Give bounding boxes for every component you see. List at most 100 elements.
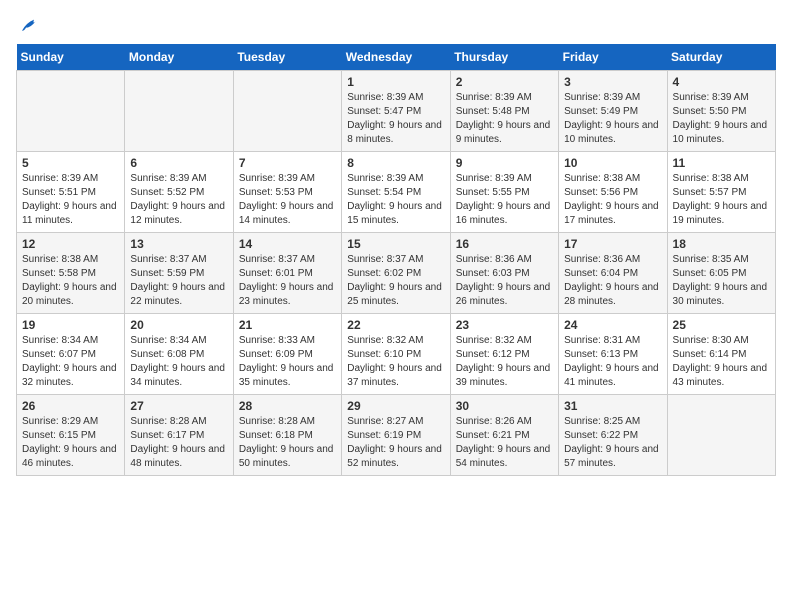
calendar-cell: 20 Sunrise: 8:34 AM Sunset: 6:08 PM Dayli… (125, 314, 233, 395)
day-detail: Sunrise: 8:39 AM Sunset: 5:54 PM Dayligh… (347, 172, 444, 228)
day-detail: Sunrise: 8:29 AM Sunset: 6:15 PM Dayligh… (22, 415, 119, 471)
week-row-3: 19 Sunrise: 8:34 AM Sunset: 6:07 PM Dayli… (17, 314, 776, 395)
day-number: 24 (564, 318, 661, 332)
header-wednesday: Wednesday (342, 44, 450, 71)
header-thursday: Thursday (450, 44, 558, 71)
calendar-cell: 7 Sunrise: 8:39 AM Sunset: 5:53 PM Daylig… (233, 152, 341, 233)
day-number: 6 (130, 156, 227, 170)
calendar-cell: 3 Sunrise: 8:39 AM Sunset: 5:49 PM Daylig… (559, 71, 667, 152)
week-row-1: 5Sunrise: 8:39 AM Sunset: 5:51 PM Daylig… (17, 152, 776, 233)
day-detail: Sunrise: 8:37 AM Sunset: 6:01 PM Dayligh… (239, 253, 336, 309)
day-detail: Sunrise: 8:25 AM Sunset: 6:22 PM Dayligh… (564, 415, 661, 471)
calendar-cell: 14 Sunrise: 8:37 AM Sunset: 6:01 PM Dayli… (233, 233, 341, 314)
calendar-cell: 11 Sunrise: 8:38 AM Sunset: 5:57 PM Dayli… (667, 152, 775, 233)
calendar-cell: 1Sunrise: 8:39 AM Sunset: 5:47 PM Daylig… (342, 71, 450, 152)
day-number: 5 (22, 156, 119, 170)
day-detail: Sunrise: 8:32 AM Sunset: 6:10 PM Dayligh… (347, 334, 444, 390)
calendar-cell: 15Sunrise: 8:37 AM Sunset: 6:02 PM Dayli… (342, 233, 450, 314)
day-detail: Sunrise: 8:39 AM Sunset: 5:50 PM Dayligh… (673, 91, 770, 147)
day-number: 7 (239, 156, 336, 170)
calendar-cell: 29 Sunrise: 8:27 AM Sunset: 6:19 PM Dayli… (342, 395, 450, 476)
calendar-cell: 24 Sunrise: 8:31 AM Sunset: 6:13 PM Dayli… (559, 314, 667, 395)
day-detail: Sunrise: 8:35 AM Sunset: 6:05 PM Dayligh… (673, 253, 770, 309)
day-number: 12 (22, 237, 119, 251)
day-detail: Sunrise: 8:33 AM Sunset: 6:09 PM Dayligh… (239, 334, 336, 390)
calendar-cell: 6 Sunrise: 8:39 AM Sunset: 5:52 PM Daylig… (125, 152, 233, 233)
day-number: 22 (347, 318, 444, 332)
day-detail: Sunrise: 8:37 AM Sunset: 5:59 PM Dayligh… (130, 253, 227, 309)
day-detail: Sunrise: 8:31 AM Sunset: 6:13 PM Dayligh… (564, 334, 661, 390)
calendar-cell (17, 71, 125, 152)
day-number: 28 (239, 399, 336, 413)
day-detail: Sunrise: 8:32 AM Sunset: 6:12 PM Dayligh… (456, 334, 553, 390)
day-detail: Sunrise: 8:38 AM Sunset: 5:57 PM Dayligh… (673, 172, 770, 228)
day-number: 21 (239, 318, 336, 332)
day-detail: Sunrise: 8:39 AM Sunset: 5:48 PM Dayligh… (456, 91, 553, 147)
calendar-cell: 22 Sunrise: 8:32 AM Sunset: 6:10 PM Dayli… (342, 314, 450, 395)
day-detail: Sunrise: 8:36 AM Sunset: 6:04 PM Dayligh… (564, 253, 661, 309)
day-number: 9 (456, 156, 553, 170)
day-number: 14 (239, 237, 336, 251)
calendar-cell: 28 Sunrise: 8:28 AM Sunset: 6:18 PM Dayli… (233, 395, 341, 476)
calendar-cell: 13Sunrise: 8:37 AM Sunset: 5:59 PM Dayli… (125, 233, 233, 314)
day-number: 26 (22, 399, 119, 413)
day-detail: Sunrise: 8:39 AM Sunset: 5:53 PM Dayligh… (239, 172, 336, 228)
calendar-cell: 5Sunrise: 8:39 AM Sunset: 5:51 PM Daylig… (17, 152, 125, 233)
calendar-cell (125, 71, 233, 152)
header-monday: Monday (125, 44, 233, 71)
day-number: 3 (564, 75, 661, 89)
day-detail: Sunrise: 8:34 AM Sunset: 6:08 PM Dayligh… (130, 334, 227, 390)
calendar-cell: 9Sunrise: 8:39 AM Sunset: 5:55 PM Daylig… (450, 152, 558, 233)
day-detail: Sunrise: 8:28 AM Sunset: 6:17 PM Dayligh… (130, 415, 227, 471)
day-detail: Sunrise: 8:28 AM Sunset: 6:18 PM Dayligh… (239, 415, 336, 471)
calendar-cell: 16Sunrise: 8:36 AM Sunset: 6:03 PM Dayli… (450, 233, 558, 314)
day-detail: Sunrise: 8:38 AM Sunset: 5:58 PM Dayligh… (22, 253, 119, 309)
calendar-cell: 21 Sunrise: 8:33 AM Sunset: 6:09 PM Dayli… (233, 314, 341, 395)
calendar-cell: 2 Sunrise: 8:39 AM Sunset: 5:48 PM Daylig… (450, 71, 558, 152)
day-detail: Sunrise: 8:34 AM Sunset: 6:07 PM Dayligh… (22, 334, 119, 390)
day-number: 25 (673, 318, 770, 332)
day-number: 17 (564, 237, 661, 251)
day-number: 4 (673, 75, 770, 89)
calendar-cell: 17 Sunrise: 8:36 AM Sunset: 6:04 PM Dayli… (559, 233, 667, 314)
day-detail: Sunrise: 8:38 AM Sunset: 5:56 PM Dayligh… (564, 172, 661, 228)
calendar-cell: 31 Sunrise: 8:25 AM Sunset: 6:22 PM Dayli… (559, 395, 667, 476)
day-detail: Sunrise: 8:30 AM Sunset: 6:14 PM Dayligh… (673, 334, 770, 390)
day-number: 29 (347, 399, 444, 413)
calendar-cell: 30Sunrise: 8:26 AM Sunset: 6:21 PM Dayli… (450, 395, 558, 476)
calendar-cell (233, 71, 341, 152)
calendar-cell: 19 Sunrise: 8:34 AM Sunset: 6:07 PM Dayli… (17, 314, 125, 395)
header (16, 16, 776, 32)
week-row-0: 1Sunrise: 8:39 AM Sunset: 5:47 PM Daylig… (17, 71, 776, 152)
day-number: 1 (347, 75, 444, 89)
day-detail: Sunrise: 8:39 AM Sunset: 5:49 PM Dayligh… (564, 91, 661, 147)
week-row-2: 12 Sunrise: 8:38 AM Sunset: 5:58 PM Dayli… (17, 233, 776, 314)
day-number: 10 (564, 156, 661, 170)
calendar-cell (667, 395, 775, 476)
day-number: 2 (456, 75, 553, 89)
header-sunday: Sunday (17, 44, 125, 71)
day-detail: Sunrise: 8:39 AM Sunset: 5:52 PM Dayligh… (130, 172, 227, 228)
header-friday: Friday (559, 44, 667, 71)
day-number: 11 (673, 156, 770, 170)
day-number: 16 (456, 237, 553, 251)
day-number: 19 (22, 318, 119, 332)
day-detail: Sunrise: 8:27 AM Sunset: 6:19 PM Dayligh… (347, 415, 444, 471)
calendar-header-row: SundayMondayTuesdayWednesdayThursdayFrid… (17, 44, 776, 71)
calendar-table: SundayMondayTuesdayWednesdayThursdayFrid… (16, 44, 776, 476)
day-number: 15 (347, 237, 444, 251)
day-detail: Sunrise: 8:26 AM Sunset: 6:21 PM Dayligh… (456, 415, 553, 471)
calendar-cell: 10 Sunrise: 8:38 AM Sunset: 5:56 PM Dayli… (559, 152, 667, 233)
day-number: 8 (347, 156, 444, 170)
day-number: 20 (130, 318, 227, 332)
calendar-cell: 8 Sunrise: 8:39 AM Sunset: 5:54 PM Daylig… (342, 152, 450, 233)
day-number: 23 (456, 318, 553, 332)
calendar-cell: 18 Sunrise: 8:35 AM Sunset: 6:05 PM Dayli… (667, 233, 775, 314)
day-number: 31 (564, 399, 661, 413)
day-number: 18 (673, 237, 770, 251)
calendar-cell: 25 Sunrise: 8:30 AM Sunset: 6:14 PM Dayli… (667, 314, 775, 395)
calendar-cell: 26 Sunrise: 8:29 AM Sunset: 6:15 PM Dayli… (17, 395, 125, 476)
day-number: 27 (130, 399, 227, 413)
logo-bird-icon (18, 16, 42, 36)
calendar-cell: 27 Sunrise: 8:28 AM Sunset: 6:17 PM Dayli… (125, 395, 233, 476)
